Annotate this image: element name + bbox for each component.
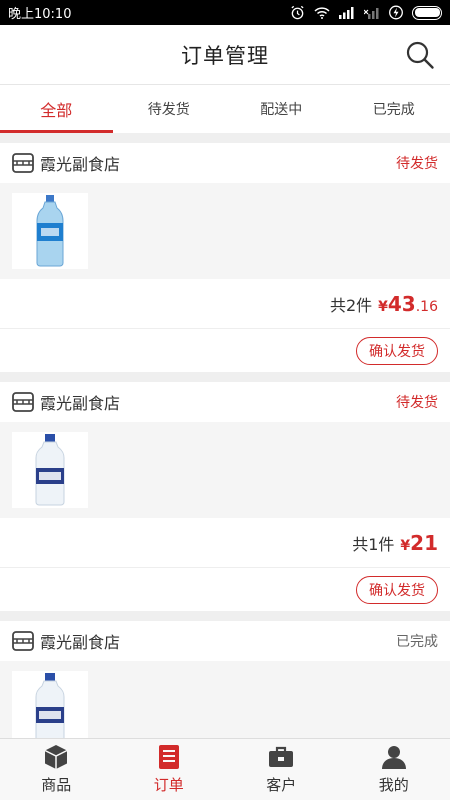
order-price: ¥43.16 (378, 291, 438, 316)
nav-label: 客户 (266, 776, 297, 794)
store-icon (12, 392, 34, 412)
order-status: 待发货 (396, 395, 438, 411)
confirm-shipment-button[interactable]: 确认发货 (356, 336, 438, 365)
search-icon[interactable] (404, 39, 436, 71)
order-items (0, 183, 450, 279)
status-time: 晚上10:10 (8, 7, 72, 22)
wifi-icon (314, 7, 330, 19)
store-name: 霞光副食店 (40, 633, 121, 652)
nav-item-orders[interactable]: 订单 (113, 739, 226, 800)
order-total: 共1件 ¥21 (0, 518, 450, 568)
status-bar: 晚上10:10 (0, 0, 450, 25)
bottom-nav: 商品 订单 客户 我的 (0, 738, 450, 800)
tab-pending-shipment[interactable]: 待发货 (113, 85, 226, 133)
briefcase-icon (269, 746, 294, 767)
store-icon (12, 153, 34, 173)
order-card[interactable]: 霞光副食店 已完成 (0, 621, 450, 738)
item-count: 共2件 (329, 295, 373, 315)
order-actions: 确认发货 (0, 329, 450, 372)
nav-label: 我的 (378, 776, 409, 794)
box-icon (44, 745, 68, 769)
order-actions: 确认发货 (0, 568, 450, 611)
nav-label: 商品 (41, 776, 72, 794)
nav-item-me[interactable]: 我的 (338, 739, 450, 800)
order-card[interactable]: 霞光副食店 待发货 共2件 ¥43.16 确认发货 (0, 143, 450, 372)
nav-label: 订单 (153, 776, 184, 794)
app-header: 订单管理 (0, 25, 450, 85)
tab-all[interactable]: 全部 (0, 85, 113, 133)
tab-completed[interactable]: 已完成 (338, 85, 450, 133)
signal-off-icon (364, 8, 379, 19)
product-image-water-bottle (12, 432, 88, 508)
person-icon (381, 746, 406, 769)
confirm-shipment-button[interactable]: 确认发货 (356, 575, 438, 604)
order-tabs: 全部 待发货 配送中 已完成 (0, 85, 450, 133)
order-header: 霞光副食店 待发货 (0, 382, 450, 422)
signal-icon (339, 7, 354, 19)
order-items (0, 422, 450, 518)
store-name: 霞光副食店 (40, 394, 121, 413)
order-header: 霞光副食店 待发货 (0, 143, 450, 183)
order-header: 霞光副食店 已完成 (0, 621, 450, 661)
page-title: 订单管理 (181, 43, 269, 68)
product-image-water-bottle (12, 671, 88, 738)
tab-in-delivery[interactable]: 配送中 (225, 85, 338, 133)
order-card[interactable]: 霞光副食店 待发货 共1件 ¥21 确认发货 (0, 382, 450, 611)
order-status: 已完成 (396, 634, 438, 650)
item-count: 共1件 (352, 534, 395, 554)
order-status: 待发货 (396, 156, 438, 172)
nav-item-customers[interactable]: 客户 (225, 739, 338, 800)
product-image-water-bottle (12, 193, 88, 269)
nav-item-products[interactable]: 商品 (0, 739, 113, 800)
charging-icon (389, 5, 403, 20)
battery-icon (412, 5, 442, 20)
store-name: 霞光副食店 (40, 155, 121, 174)
order-icon (158, 745, 179, 769)
order-list: 霞光副食店 待发货 共2件 ¥43.16 确认发货 霞光副食店 待发货 共1件 … (0, 133, 450, 738)
order-price: ¥21 (400, 530, 438, 555)
order-items (0, 661, 450, 738)
store-icon (12, 631, 34, 651)
order-total: 共2件 ¥43.16 (0, 279, 450, 329)
alarm-icon (291, 5, 304, 20)
